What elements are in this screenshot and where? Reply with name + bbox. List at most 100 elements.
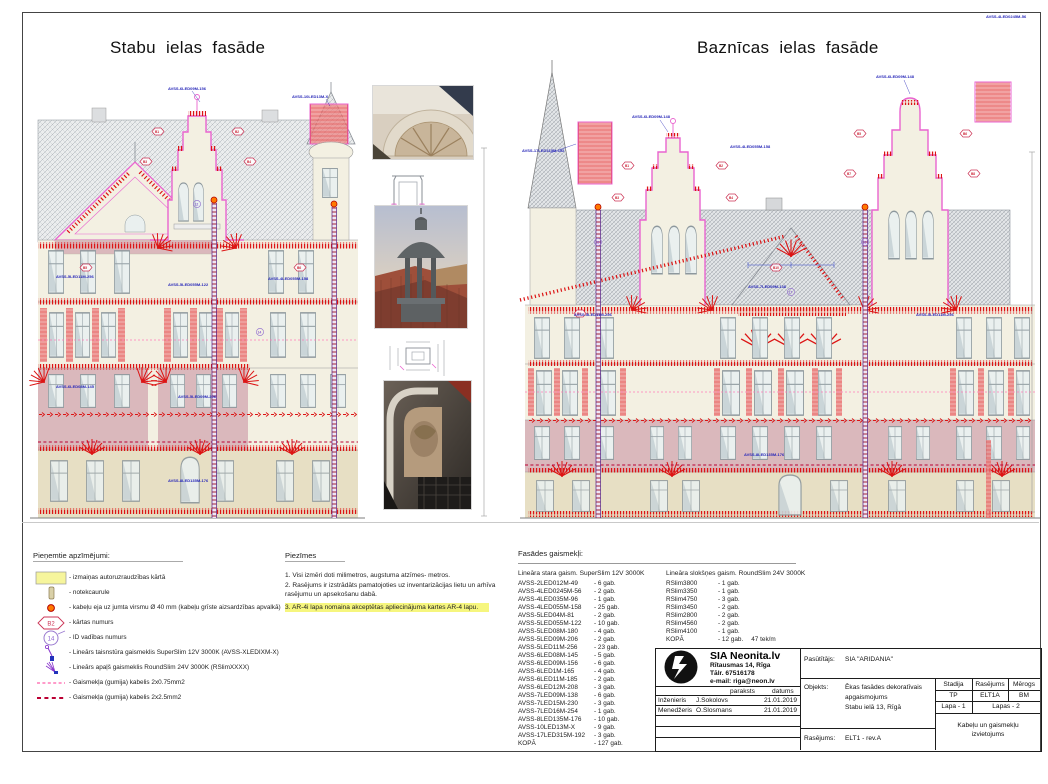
fixture-code: RSlim4100 [666,628,718,636]
fixture-qty: - 10 gab. [594,620,619,628]
svg-text:AVSS-6LED09M-148: AVSS-6LED09M-148 [876,74,915,79]
sign-name: O.Slosmans [696,707,732,714]
svg-text:12: 12 [195,203,199,207]
left-facade: B1 B2 B3 B4 B5 B6 12 14 AVSS-6LED09M-156… [24,82,365,518]
total-qty: - 127 gab. [594,740,623,748]
fixture-code: RSlim3350 [666,588,718,596]
fixture-qty: - 1 gab. [718,588,740,596]
svg-text:B3: B3 [615,196,619,200]
rasejums-value: ELT1A [972,692,1008,699]
company-address: Rītausmas 14, Rīga [710,662,770,669]
cable-25-icon [33,694,69,702]
fixture-code: AVSS-5LED055M-122 [518,620,594,628]
object-line1: Ēkas fasādes dekoratīvais [845,684,922,691]
sketch-portal-detail [388,166,428,208]
fixture-row: AVSS-5LED04M-81 - 2 gab. [518,612,666,620]
merogs-value: BM [1008,692,1040,699]
fixture-list-title: Fasādes gaismekļi: [518,549,614,559]
note-line-highlighted: 3. AR-4i lapa nomaina akceptētas aplieci… [285,603,489,613]
fixture-total-row: KOPĀ - 12 gab. 47 tek/m [666,636,796,644]
svg-text:B7: B7 [847,172,851,176]
object-label: Objekts: [804,684,828,691]
fixture-row: AVSS-7LED16M-254 - 1 gab. [518,708,666,716]
fixture-qty: - 23 gab. [594,644,619,652]
svg-text:B1: B1 [625,164,629,168]
notes: Piezīmes 1. Visi izmēri doti milimetros,… [285,551,500,612]
fixture-qty: - 3 gab. [594,700,616,708]
svg-text:AVSS-10LED13M-X: AVSS-10LED13M-X [292,94,328,99]
sign-date: 21.01.2019 [764,707,797,714]
drawing-label: Rasējums: [804,735,835,742]
fixture-code: AVSS-7LED09M-138 [518,692,594,700]
svg-text:AVSS-6LED09M-148: AVSS-6LED09M-148 [632,114,671,119]
notes-title: Piezīmes [285,551,345,562]
fixture-row: AVSS-6LED08M-145 - 5 gab. [518,652,666,660]
svg-text:B4: B4 [247,160,251,164]
legend-title: Pieņemtie apzīmējumi: [33,551,183,562]
fixture-code: RSlim4750 [666,596,718,604]
fixture-row: RSlim4750 - 3 gab. [666,596,796,604]
fixture-qty: - 25 gab. [594,604,619,612]
svg-text:B3: B3 [143,160,147,164]
svg-text:B10: B10 [773,266,779,270]
svg-text:14: 14 [48,636,55,642]
cable-chase-1 [211,197,217,518]
round-luminaire-icon [33,660,69,676]
company-logo [662,650,700,690]
legend-item: - Gaismekļa (gumija) kabelis 2x0.75mm2 [33,675,283,690]
stadija-value: TP [935,692,972,699]
legend-item: - izmaiņas autoruzraudzības kārtā [33,570,283,585]
fixture-qty: - 10 gab. [594,716,619,724]
svg-text:B2: B2 [719,164,723,168]
fixture-qty: - 4 gab. [594,628,616,636]
fixture-col2-rows: RSlim3800 - 1 gab. RSlim3350 - 1 gab. RS… [666,580,796,636]
sign-name: J.Sokolovs [696,697,728,704]
total-qty: - 12 gab. [718,636,743,644]
sign-role: Menedžeris [658,707,692,714]
fixture-col2-subtitle: Lineāra slokšņes gaism. RoundSlim 24V 30… [666,570,796,577]
legend-item: 14 - ID vadības numurs [33,630,283,645]
windows-3rd [40,308,316,362]
svg-text:AVSS-6LED09M-156: AVSS-6LED09M-156 [168,86,207,91]
lapas-value: Lapas - 2 [972,703,1040,710]
fixture-total-row: KOPĀ - 127 gab. [518,740,666,748]
svg-text:AVSS-5LED09M-206: AVSS-5LED09M-206 [178,394,217,399]
fixture-qty: - 6 gab. [594,580,616,588]
fixture-row: AVSS-4LED0245M-56 - 2 gab. [518,588,666,596]
fixture-code: AVSS-7LED15M-230 [518,700,594,708]
svg-text:B4: B4 [729,196,733,200]
fixture-code: AVSS-5LED08M-180 [518,628,594,636]
fixture-row: AVSS-7LED09M-138 - 6 gab. [518,692,666,700]
fixture-row: RSlim4100 - 1 gab. [666,628,796,636]
fixture-qty: - 2 gab. [718,604,740,612]
legend-item: - notekcaurule [33,585,283,600]
svg-text:B8: B8 [971,172,975,176]
svg-text:16: 16 [863,241,867,245]
facade-drawings: B1 B2 B3 B4 B5 B6 12 14 AVSS-6LED09M-156… [0,0,1048,540]
fixture-code: AVSS-4LED0245M-56 [518,588,594,596]
fixture-row: RSlim3350 - 1 gab. [666,588,796,596]
legend: Pieņemtie apzīmējumi: - izmaiņas autoruz… [33,551,283,705]
sheet-content-line2: izvietojums [938,731,1038,738]
legend-item: B2 - kārtas numurs [33,615,283,630]
cable-chase-1 [595,204,601,518]
sign-col-datums: datums [772,688,794,695]
photo-relief-niche [383,380,472,510]
fixture-qty: - 2 gab. [594,636,616,644]
fixture-row: AVSS-6LED12M-208 - 3 gab. [518,684,666,692]
fixture-qty: - 1 gab. [718,628,740,636]
fixture-row: AVSS-6LED09M-156 - 6 gab. [518,660,666,668]
stadija-label: Stadija [935,681,972,688]
fixture-code: RSlim3450 [666,604,718,612]
client-label: Pasūtītājs: [804,656,835,663]
corner-fixture-block [975,82,1011,122]
legend-item: - Gaismekļa (gumija) kabelis 2x2.5mm2 [33,690,283,705]
fixture-row: AVSS-17LED315M-192 - 3 gab. [518,732,666,740]
rasejums-label: Rasējums [972,681,1008,688]
fixture-col1-rows: AVSS-2LED012M-49 - 6 gab. AVSS-4LED0245M… [518,580,666,740]
fixture-code: AVSS-5LED09M-206 [518,636,594,644]
fixture-qty: - 9 gab. [594,724,616,732]
fixture-code: AVSS-2LED012M-49 [518,580,594,588]
fixture-row: AVSS-10LED13M-X - 9 gab. [518,724,666,732]
svg-text:B6: B6 [297,266,301,270]
